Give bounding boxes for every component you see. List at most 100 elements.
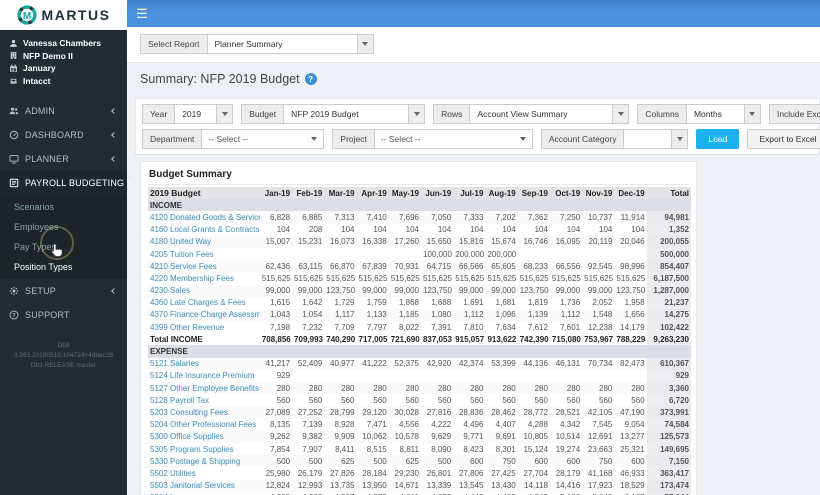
account-category-select[interactable] <box>624 129 673 149</box>
year-filter-group: Year 2019 <box>142 104 234 124</box>
account-link[interactable]: 4160 Local Grants & Contracts <box>150 225 259 234</box>
value-cell: 16,073 <box>324 235 357 248</box>
account-category-caret-icon[interactable] <box>672 129 689 149</box>
column-header-feb-19: Feb-19 <box>292 187 325 200</box>
account-category-group: Account Category <box>540 129 689 149</box>
value-cell: 66,556 <box>549 260 583 273</box>
columns-select[interactable]: Months <box>686 104 745 124</box>
load-button[interactable]: Load <box>696 129 740 149</box>
account-link[interactable]: 4180 United Way <box>150 237 211 246</box>
sidebar-subitem-position-types[interactable]: Position Types <box>0 257 127 277</box>
period-row: January <box>9 62 118 75</box>
table-row: 5204 Other Professional Fees 8,135 7,139 8,… <box>148 418 691 431</box>
value-cell: 515,625 <box>519 273 549 283</box>
account-link[interactable]: 5503 Janitorial Services <box>150 481 235 490</box>
account-link[interactable]: 4230 Sales <box>150 286 190 295</box>
rows-filter-group: Rows Account View Summary <box>433 104 630 124</box>
budget-select[interactable]: NFP 2019 Budget <box>284 104 410 124</box>
sidebar-item-planner[interactable]: PLANNER <box>0 147 127 171</box>
value-cell: 9,629 <box>420 430 454 443</box>
columns-caret-icon[interactable] <box>744 104 761 124</box>
row-label-cell: 5300 Office Supplies <box>148 430 260 443</box>
table-row: 5121 Salaries 41,217 52,409 40,977 41,222 52,… <box>148 357 691 370</box>
value-cell: 10,805 <box>517 430 550 443</box>
value-cell: 13,339 <box>420 479 454 492</box>
value-cell <box>453 345 486 358</box>
help-icon[interactable]: ? <box>304 73 317 85</box>
year-select[interactable]: 2019 <box>175 104 218 124</box>
account-link[interactable]: 5300 Office Supplies <box>150 432 224 441</box>
sidebar-item-support[interactable]: ? SUPPORT <box>0 303 127 327</box>
value-cell <box>614 370 646 382</box>
department-select[interactable]: -- Select -- <box>202 129 325 149</box>
row-label-cell: 4360 Late Charges & Fees <box>148 297 260 309</box>
value-cell: 123,750 <box>614 284 647 297</box>
value-cell: 26,801 <box>426 468 452 478</box>
value-cell: 1,688 <box>431 298 452 308</box>
value-cell <box>420 345 454 358</box>
hamburger-icon[interactable]: ☰ <box>136 7 148 20</box>
account-link[interactable]: 4220 Membership Fees <box>150 274 234 283</box>
brand-logo[interactable]: M MARTUS <box>0 0 127 30</box>
version-line-3: Db3 RELEASE master <box>30 362 97 369</box>
account-link[interactable]: 5124 Life Insurance Premium <box>150 371 255 380</box>
report-select[interactable]: Planner Summary <box>207 34 358 54</box>
row-label-cell: 4399 Other Revenue <box>148 321 260 333</box>
users-icon <box>9 106 19 116</box>
sidebar-item-admin[interactable]: ADMIN <box>0 99 127 123</box>
account-link[interactable]: 5305 Program Supplies <box>150 445 234 454</box>
account-link[interactable]: 4399 Other Revenue <box>150 323 224 332</box>
sidebar-item-dashboard[interactable]: DASHBOARD <box>0 123 127 147</box>
export-to-excel-button[interactable]: Export to Excel <box>747 129 820 149</box>
value-cell: 104 <box>276 225 291 235</box>
report-select-caret-icon[interactable] <box>357 34 374 54</box>
value-cell: 104 <box>341 225 355 235</box>
value-cell: 47,190 <box>614 406 647 419</box>
value-cell: 8,423 <box>463 444 484 454</box>
account-link[interactable]: 5127 Other Employee Benefits <box>150 384 259 393</box>
account-link[interactable]: 4120 Donated Goods & Services <box>150 213 260 222</box>
rows-select[interactable]: Account View Summary <box>470 104 614 124</box>
value-cell: 99,000 <box>549 284 583 297</box>
table-row: 4220 Membership Fees 515,625 515,625 515,62… <box>148 272 691 285</box>
value-cell: 7,202 <box>485 211 518 224</box>
budget-filter-group: Budget NFP 2019 Budget <box>241 104 426 124</box>
value-cell: 52,375 <box>388 357 421 370</box>
account-link[interactable]: 4210 Service Fees <box>150 262 217 271</box>
project-select[interactable]: -- Select -- <box>374 129 533 149</box>
value-cell: 104 <box>405 225 419 235</box>
value-cell: 46,933 <box>620 468 645 478</box>
sidebar-item-payroll-budgeting[interactable]: PAYROLL BUDGETING <box>0 171 133 195</box>
sidebar-subitem-scenarios[interactable]: Scenarios <box>0 197 127 217</box>
value-cell: 44,136 <box>517 357 550 370</box>
account-link[interactable]: 5204 Other Professional Fees <box>150 420 256 429</box>
year-caret-icon[interactable] <box>217 104 234 124</box>
row-label-cell: 5124 Life Insurance Premium <box>148 370 260 382</box>
value-cell: 25,321 <box>620 444 645 454</box>
account-link[interactable]: 4360 Late Charges & Fees <box>150 298 246 307</box>
report-selector-bar: Select Report Planner Summary <box>127 27 820 63</box>
account-link[interactable]: 4205 Tuition Fees <box>150 250 214 259</box>
select-report-group: Select Report Planner Summary <box>140 34 374 54</box>
value-cell: 16,095 <box>549 235 583 248</box>
value-cell <box>550 248 582 260</box>
sidebar-item-setup[interactable]: SETUP <box>0 279 127 303</box>
account-link[interactable]: 5121 Salaries <box>150 359 199 368</box>
value-cell: 104 <box>373 225 387 235</box>
value-cell: 600 <box>517 455 550 468</box>
account-link[interactable]: 5330 Postage & Shipping <box>150 457 240 466</box>
budget-caret-icon[interactable] <box>409 104 426 124</box>
rows-caret-icon[interactable] <box>613 104 630 124</box>
account-link[interactable]: 5502 Utilities <box>150 469 196 478</box>
account-link[interactable]: 5128 Payroll Tax <box>150 396 209 405</box>
table-row: 5128 Payroll Tax 560 560 560 560 560 560 560 560… <box>148 394 691 407</box>
value-cell: 7,634 <box>495 322 516 332</box>
account-link[interactable]: 5203 Consulting Fees <box>150 408 228 417</box>
value-cell: 280 <box>614 382 647 395</box>
value-cell: 123,750 <box>420 284 454 297</box>
table-row: 5127 Other Employee Benefits 280 280 280 280… <box>148 382 691 395</box>
value-cell: 12,691 <box>582 430 615 443</box>
value-cell: 1,868 <box>398 298 419 308</box>
account-link[interactable]: 4370 Finance Charge Assessments <box>150 310 260 319</box>
user-icon <box>10 39 17 47</box>
